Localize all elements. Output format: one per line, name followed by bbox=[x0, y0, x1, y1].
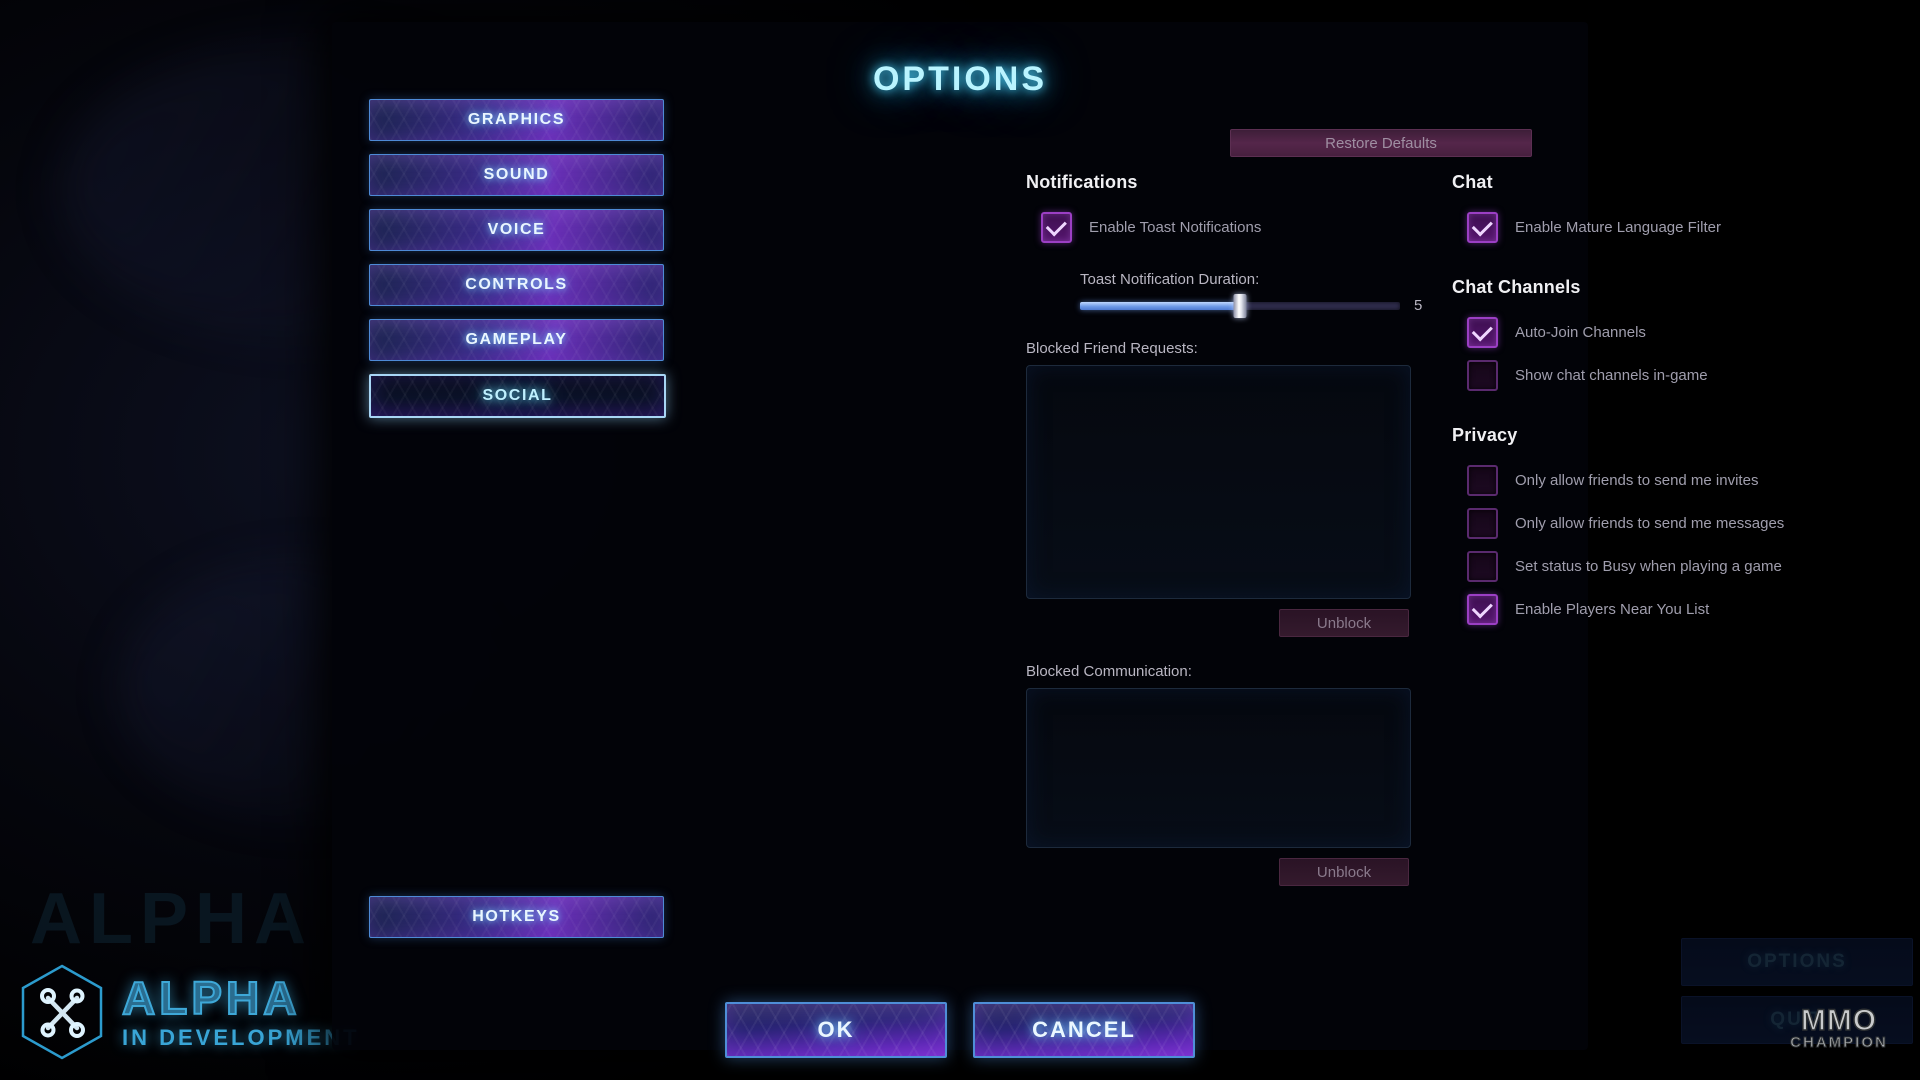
crossed-tools-hexagon-icon bbox=[16, 962, 108, 1062]
ok-button[interactable]: OK bbox=[725, 1002, 947, 1058]
tab-label: VOICE bbox=[487, 221, 546, 238]
background-menu-button-options: OPTIONS bbox=[1681, 938, 1913, 986]
restore-defaults-label: Restore Defaults bbox=[1325, 134, 1437, 152]
unblock-communication-button[interactable]: Unblock bbox=[1279, 858, 1409, 886]
mmo-champion-logo: MMO CHAMPION bbox=[1780, 1004, 1898, 1064]
checkbox-label: Only allow friends to send me messages bbox=[1515, 515, 1785, 532]
toast-duration-label: Toast Notification Duration: bbox=[1080, 271, 1260, 288]
privacy-section: Privacy Only allow friends to send me in… bbox=[1452, 425, 1872, 625]
tab-gameplay[interactable]: GAMEPLAY bbox=[369, 319, 664, 361]
blocked-communication-label: Blocked Communication: bbox=[1026, 663, 1192, 680]
unblock-button-label: Unblock bbox=[1316, 614, 1372, 632]
chat-privacy-column: Chat Enable Mature Language Filter Chat … bbox=[1452, 172, 1872, 625]
slider-fill bbox=[1080, 301, 1240, 310]
checkbox-only-friends-messages[interactable] bbox=[1467, 508, 1498, 539]
checkbox-set-status-busy[interactable] bbox=[1467, 551, 1498, 582]
checkbox-auto-join-channels[interactable] bbox=[1467, 317, 1498, 348]
page-title: OPTIONS bbox=[872, 60, 1048, 98]
notifications-section: Notifications Enable Toast Notifications… bbox=[1026, 172, 1426, 886]
tab-graphics[interactable]: GRAPHICS bbox=[369, 99, 664, 141]
checkbox-label: Auto-Join Channels bbox=[1515, 324, 1646, 341]
tab-label: GAMEPLAY bbox=[465, 331, 568, 348]
checkbox-show-chat-channels-in-game[interactable] bbox=[1467, 360, 1498, 391]
alpha-watermark-text: ALPHA IN DEVELOPMENT bbox=[121, 972, 360, 1050]
checkbox-label: Enable Players Near You List bbox=[1515, 601, 1710, 618]
mmo-champion-logo-line2: CHAMPION bbox=[1790, 1034, 1888, 1052]
toast-duration-value: 5 bbox=[1414, 297, 1423, 314]
tab-label: SOUND bbox=[483, 166, 550, 183]
checkbox-enable-toast-notifications[interactable] bbox=[1041, 212, 1072, 243]
blocked-communication-actions: Unblock bbox=[1026, 858, 1409, 886]
alpha-watermark: ALPHA IN DEVELOPMENT bbox=[16, 962, 360, 1062]
checkbox-row-enable-toast-notifications[interactable]: Enable Toast Notifications bbox=[1041, 212, 1426, 243]
tab-voice[interactable]: VOICE bbox=[369, 209, 664, 251]
dialog-footer: OK CANCEL bbox=[332, 1002, 1588, 1058]
checkbox-label: Enable Mature Language Filter bbox=[1515, 219, 1721, 236]
checkbox-label: Enable Toast Notifications bbox=[1089, 219, 1262, 236]
alpha-watermark-title: ALPHA bbox=[121, 972, 301, 1024]
checkbox-enable-players-near-you[interactable] bbox=[1467, 594, 1498, 625]
category-tab-list: GRAPHICS SOUND VOICE CONTROLS GAMEPLAY S… bbox=[369, 99, 666, 431]
cancel-button[interactable]: CANCEL bbox=[973, 1002, 1195, 1058]
slider-knob[interactable] bbox=[1233, 293, 1247, 318]
checkbox-label: Set status to Busy when playing a game bbox=[1515, 558, 1782, 575]
tab-label: SOCIAL bbox=[482, 387, 553, 404]
hotkeys-button-label: HOTKEYS bbox=[472, 908, 561, 925]
checkbox-row-only-friends-invites[interactable]: Only allow friends to send me invites bbox=[1467, 465, 1872, 496]
privacy-heading: Privacy bbox=[1452, 425, 1518, 445]
checkbox-only-friends-invites[interactable] bbox=[1467, 465, 1498, 496]
restore-defaults-button[interactable]: Restore Defaults bbox=[1230, 129, 1532, 157]
ok-button-label: OK bbox=[817, 1017, 855, 1042]
checkbox-row-enable-players-near-you[interactable]: Enable Players Near You List bbox=[1467, 594, 1872, 625]
options-dialog: OPTIONS GRAPHICS SOUND VOICE CONTROLS GA… bbox=[332, 22, 1784, 1058]
blocked-communication-list[interactable] bbox=[1026, 688, 1411, 848]
unblock-button-label: Unblock bbox=[1316, 863, 1372, 881]
tab-social[interactable]: SOCIAL bbox=[369, 374, 666, 418]
checkbox-row-enable-mature-language-filter[interactable]: Enable Mature Language Filter bbox=[1467, 212, 1872, 243]
alpha-watermark-ghost-text: ALPHA bbox=[30, 879, 313, 959]
hotkeys-button[interactable]: HOTKEYS bbox=[369, 896, 664, 938]
slider-track[interactable] bbox=[1080, 293, 1400, 318]
background-menu-button-label: OPTIONS bbox=[1747, 951, 1847, 972]
checkbox-label: Only allow friends to send me invites bbox=[1515, 472, 1759, 489]
checkbox-row-show-chat-channels-in-game[interactable]: Show chat channels in-game bbox=[1467, 360, 1872, 391]
checkbox-label: Show chat channels in-game bbox=[1515, 367, 1708, 384]
tab-label: CONTROLS bbox=[465, 276, 568, 293]
blocked-friend-requests-actions: Unblock bbox=[1026, 609, 1409, 637]
checkbox-enable-mature-language-filter[interactable] bbox=[1467, 212, 1498, 243]
checkbox-row-auto-join-channels[interactable]: Auto-Join Channels bbox=[1467, 317, 1872, 348]
toast-duration-slider[interactable]: 5 bbox=[1080, 293, 1426, 318]
notifications-heading: Notifications bbox=[1026, 172, 1138, 192]
blocked-friend-requests-list[interactable] bbox=[1026, 365, 1411, 599]
mmo-champion-logo-line1: MMO bbox=[1800, 1004, 1878, 1037]
checkbox-row-set-status-busy[interactable]: Set status to Busy when playing a game bbox=[1467, 551, 1872, 582]
tab-sound[interactable]: SOUND bbox=[369, 154, 664, 196]
tab-controls[interactable]: CONTROLS bbox=[369, 264, 664, 306]
tab-label: GRAPHICS bbox=[467, 111, 566, 128]
cancel-button-label: CANCEL bbox=[1032, 1017, 1136, 1042]
chat-section: Chat Enable Mature Language Filter bbox=[1452, 172, 1872, 243]
unblock-friend-requests-button[interactable]: Unblock bbox=[1279, 609, 1409, 637]
chat-channels-heading: Chat Channels bbox=[1452, 277, 1581, 297]
chat-heading: Chat bbox=[1452, 172, 1493, 192]
blocked-friend-requests-label: Blocked Friend Requests: bbox=[1026, 340, 1198, 357]
chat-channels-section: Chat Channels Auto-Join Channels Show ch… bbox=[1452, 277, 1872, 391]
alpha-watermark-subtitle: IN DEVELOPMENT bbox=[122, 1025, 360, 1050]
checkbox-row-only-friends-messages[interactable]: Only allow friends to send me messages bbox=[1467, 508, 1872, 539]
